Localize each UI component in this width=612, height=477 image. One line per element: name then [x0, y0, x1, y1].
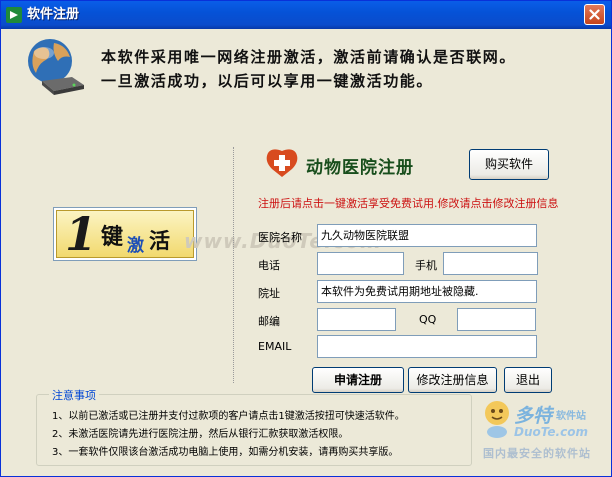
notes-title: 注意事项 [49, 387, 99, 403]
one-key-activate-button[interactable]: 1 键 激 活 [53, 207, 197, 261]
hospital-name-label: 医院名称 [258, 231, 302, 244]
qq-label: QQ [419, 313, 437, 326]
zip-label: 邮编 [258, 315, 280, 328]
one-key-char-huo: 活 [149, 229, 170, 253]
apply-register-button[interactable]: 申请注册 [312, 367, 404, 393]
one-key-activate-graphic: 1 键 激 活 [56, 210, 194, 258]
modify-registration-button[interactable]: 修改注册信息 [408, 367, 497, 393]
dialog-body: 本软件采用唯一网络注册激活，激活前请确认是否联网。 一旦激活成功，以后可以享用一… [4, 29, 608, 475]
close-icon [589, 9, 600, 20]
logo-tagline: 国内最安全的软件站 [483, 447, 591, 460]
phone-label: 电话 [258, 259, 280, 272]
one-key-char-ji: 激 [127, 236, 144, 256]
duote-logo: 多特 软件站 DuoTe.com 国内最安全的软件站 [478, 397, 606, 467]
window-title: 软件注册 [27, 7, 80, 22]
title-bar[interactable]: 软件注册 [1, 1, 611, 29]
zip-input[interactable] [317, 308, 396, 331]
duote-mascot-icon [485, 401, 509, 438]
registration-window: 软件注册 本软件采用唯一网络注册激活，激活前请确认是否联网。 一旦激活成功，以后… [0, 0, 612, 477]
hospital-registration-title: 动物医院注册 [306, 158, 414, 178]
logo-name: 多特 [514, 405, 553, 427]
globe-icon [28, 39, 84, 95]
phone-input[interactable] [317, 252, 404, 275]
hospital-name-input[interactable]: 九久动物医院联盟 [317, 224, 537, 247]
intro-line-1: 本软件采用唯一网络注册激活，激活前请确认是否联网。 [101, 48, 517, 66]
exit-button[interactable]: 退出 [504, 367, 552, 393]
address-input[interactable]: 本软件为免费试用期地址被隐藏. [317, 280, 537, 303]
hospital-cross-icon [266, 149, 298, 177]
intro-text: 本软件采用唯一网络注册激活，激活前请确认是否联网。 一旦激活成功，以后可以享用一… [101, 45, 516, 93]
close-button[interactable] [584, 4, 605, 25]
email-label: EMAIL [258, 340, 292, 353]
notes-groupbox: 注意事项 1、以前已激活或已注册并支付过款项的客户请点击1键激活按扭可快速活软件… [36, 387, 472, 466]
qq-input[interactable] [457, 308, 536, 331]
one-key-digit: 1 [65, 210, 98, 258]
vertical-divider [233, 147, 235, 383]
buy-software-button[interactable]: 购买软件 [469, 149, 549, 180]
address-label: 院址 [258, 287, 280, 300]
intro-line-2: 一旦激活成功，以后可以享用一键激活功能。 [101, 72, 434, 90]
logo-url: DuoTe.com [514, 425, 588, 439]
one-key-char-jian: 键 [101, 225, 124, 250]
mobile-input[interactable] [443, 252, 538, 275]
notes-item: 2、未激活医院请先进行医院注册，然后从银行汇款获取激活权限。 [52, 429, 349, 440]
notes-item: 1、以前已激活或已注册并支付过款项的客户请点击1键激活按扭可快速活软件。 [52, 411, 405, 422]
logo-subtitle: 软件站 [556, 411, 586, 422]
app-icon [6, 7, 22, 23]
email-input[interactable] [317, 335, 537, 358]
mobile-label: 手机 [415, 259, 437, 272]
registration-notice: 注册后请点击一键激活享受免费试用.修改请点击修改注册信息 [258, 197, 559, 210]
notes-item: 3、一套软件仅限该台激活成功电脑上使用，如需分机安装，请再购买共享版。 [52, 447, 399, 458]
